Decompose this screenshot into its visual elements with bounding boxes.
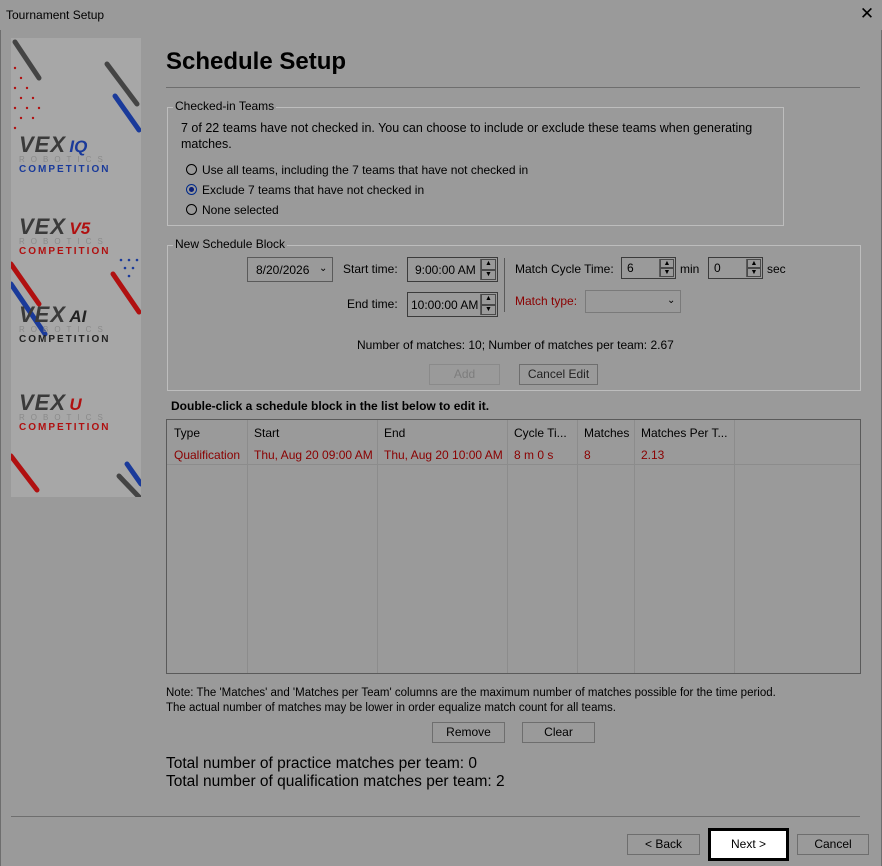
radio-label: Exclude 7 teams that have not checked in bbox=[202, 183, 425, 197]
list-edit-hint: Double-click a schedule block in the lis… bbox=[171, 399, 490, 413]
table-row[interactable]: Qualification Thu, Aug 20 09:00 AM Thu, … bbox=[167, 444, 734, 464]
logo-line2: COMPETITION bbox=[19, 334, 111, 345]
title-bar bbox=[0, 0, 882, 30]
match-type-label: Match type: bbox=[515, 294, 578, 308]
cancel-button[interactable]: Cancel bbox=[797, 834, 869, 855]
date-picker[interactable]: 8/20/2026 ⌄ bbox=[247, 257, 333, 282]
cell-type: Qualification bbox=[174, 448, 241, 462]
logo-brand: VEX bbox=[19, 302, 67, 327]
page-title: Schedule Setup bbox=[166, 48, 347, 75]
window-title: Tournament Setup bbox=[6, 8, 105, 22]
logo-vex-u: VEX U ROBOTICS COMPETITION bbox=[19, 390, 135, 433]
end-time-value: 10:00:00 AM bbox=[411, 298, 479, 312]
footer-divider bbox=[11, 816, 860, 817]
radio-indicator[interactable] bbox=[186, 204, 197, 215]
cycle-minutes-input[interactable]: 6 ▲ ▼ bbox=[621, 257, 676, 279]
start-time-stepper[interactable]: ▲ ▼ bbox=[480, 259, 496, 280]
logo-line2: COMPETITION bbox=[19, 164, 111, 175]
seconds-unit: sec bbox=[767, 262, 786, 276]
remove-button[interactable]: Remove bbox=[432, 722, 505, 743]
logo-vex-ai: VEX AI ROBOTICS COMPETITION bbox=[19, 302, 135, 345]
column-header-matches-per-team[interactable]: Matches Per T... bbox=[641, 426, 727, 440]
chevron-down-icon[interactable]: ⌄ bbox=[667, 295, 675, 306]
total-practice-matches: Total number of practice matches per tea… bbox=[166, 755, 478, 772]
logo-brand: VEX bbox=[19, 132, 67, 157]
vex-banner: VEX IQ ROBOTICS COMPETITION VEX V5 ROBOT… bbox=[11, 38, 141, 497]
column-divider[interactable] bbox=[734, 420, 735, 673]
cycle-minutes-stepper[interactable]: ▲ ▼ bbox=[659, 259, 674, 277]
cycle-seconds-stepper[interactable]: ▲ ▼ bbox=[746, 259, 761, 277]
column-header-cycle-time[interactable]: Cycle Ti... bbox=[514, 426, 567, 440]
stepper-down-icon[interactable]: ▼ bbox=[481, 304, 496, 315]
logo-brand: VEX bbox=[19, 390, 67, 415]
cycle-seconds-input[interactable]: 0 ▲ ▼ bbox=[708, 257, 763, 279]
minutes-unit: min bbox=[680, 262, 700, 276]
next-button[interactable]: Next > bbox=[708, 828, 789, 861]
logo-line2: COMPETITION bbox=[19, 246, 111, 257]
logo-suffix: IQ bbox=[69, 137, 88, 156]
logo-line1: ROBOTICS bbox=[19, 325, 109, 334]
stepper-up-icon[interactable]: ▲ bbox=[481, 294, 496, 305]
stepper-up-icon[interactable]: ▲ bbox=[660, 259, 674, 268]
checked-in-teams-title: Checked-in Teams bbox=[173, 99, 277, 113]
schedule-blocks-table[interactable]: Type Start End Cycle Ti... Matches Match… bbox=[166, 419, 861, 674]
date-value: 8/20/2026 bbox=[256, 263, 310, 277]
clear-button[interactable]: Clear bbox=[522, 722, 595, 743]
match-count-summary: Number of matches: 10; Number of matches… bbox=[357, 338, 674, 352]
start-time-value: 9:00:00 AM bbox=[415, 263, 476, 277]
logo-brand: VEX bbox=[19, 214, 67, 239]
block-separator bbox=[504, 258, 505, 312]
cell-end: Thu, Aug 20 10:00 AM bbox=[384, 448, 503, 462]
radio-exclude-teams[interactable]: Exclude 7 teams that have not checked in bbox=[186, 183, 606, 200]
column-header-end[interactable]: End bbox=[384, 426, 405, 440]
stepper-down-icon[interactable]: ▼ bbox=[481, 269, 496, 280]
end-time-stepper[interactable]: ▲ ▼ bbox=[480, 294, 496, 315]
radio-label: Use all teams, including the 7 teams tha… bbox=[202, 163, 529, 177]
start-time-input[interactable]: 9:00:00 AM ▲ ▼ bbox=[407, 257, 498, 282]
cell-cycle-time: 8 m 0 s bbox=[514, 448, 554, 462]
column-header-type[interactable]: Type bbox=[174, 426, 200, 440]
radio-use-all-teams[interactable]: Use all teams, including the 7 teams tha… bbox=[186, 163, 606, 180]
chevron-down-icon[interactable]: ⌄ bbox=[319, 263, 327, 274]
add-button[interactable]: Add bbox=[429, 364, 500, 385]
logo-line1: ROBOTICS bbox=[19, 413, 109, 422]
match-type-select[interactable]: ⌄ bbox=[585, 290, 681, 313]
heading-divider bbox=[166, 87, 860, 88]
end-time-input[interactable]: 10:00:00 AM ▲ ▼ bbox=[407, 292, 498, 317]
logo-line2: COMPETITION bbox=[19, 422, 111, 433]
cycle-seconds-value: 0 bbox=[714, 261, 721, 275]
matches-note: Note: The 'Matches' and 'Matches per Tea… bbox=[166, 687, 776, 714]
radio-indicator[interactable] bbox=[186, 164, 197, 175]
stepper-down-icon[interactable]: ▼ bbox=[747, 268, 761, 277]
logo-vex-v5: VEX V5 ROBOTICS COMPETITION bbox=[19, 214, 135, 257]
logo-vex-iq: VEX IQ ROBOTICS COMPETITION bbox=[19, 132, 135, 175]
radio-indicator-selected[interactable] bbox=[186, 184, 197, 195]
logo-line1: ROBOTICS bbox=[19, 237, 109, 246]
cell-matches-per-team: 2.13 bbox=[641, 448, 665, 462]
close-icon[interactable]: ✕ bbox=[857, 4, 877, 24]
match-cycle-time-label: Match Cycle Time: bbox=[515, 262, 614, 276]
column-header-matches[interactable]: Matches bbox=[584, 426, 629, 440]
stepper-up-icon[interactable]: ▲ bbox=[481, 259, 496, 270]
checked-in-description: 7 of 22 teams have not checked in. You c… bbox=[181, 121, 753, 151]
logo-suffix: V5 bbox=[69, 219, 91, 238]
cycle-minutes-value: 6 bbox=[627, 261, 634, 275]
logo-line1: ROBOTICS bbox=[19, 155, 109, 164]
end-time-label: End time: bbox=[347, 297, 398, 311]
start-time-label: Start time: bbox=[343, 262, 398, 276]
logo-suffix: U bbox=[69, 395, 82, 414]
cell-start: Thu, Aug 20 09:00 AM bbox=[254, 448, 373, 462]
radio-none-selected[interactable]: None selected bbox=[186, 203, 606, 220]
back-button[interactable]: < Back bbox=[627, 834, 700, 855]
new-schedule-block-title: New Schedule Block bbox=[173, 237, 288, 251]
radio-label: None selected bbox=[202, 203, 279, 217]
column-header-start[interactable]: Start bbox=[254, 426, 279, 440]
cell-matches: 8 bbox=[584, 448, 591, 462]
total-qualification-matches: Total number of qualification matches pe… bbox=[166, 773, 505, 790]
cancel-edit-button[interactable]: Cancel Edit bbox=[519, 364, 598, 385]
stepper-down-icon[interactable]: ▼ bbox=[660, 268, 674, 277]
logo-suffix: AI bbox=[69, 307, 87, 326]
window-frame-left bbox=[0, 30, 1, 866]
stepper-up-icon[interactable]: ▲ bbox=[747, 259, 761, 268]
